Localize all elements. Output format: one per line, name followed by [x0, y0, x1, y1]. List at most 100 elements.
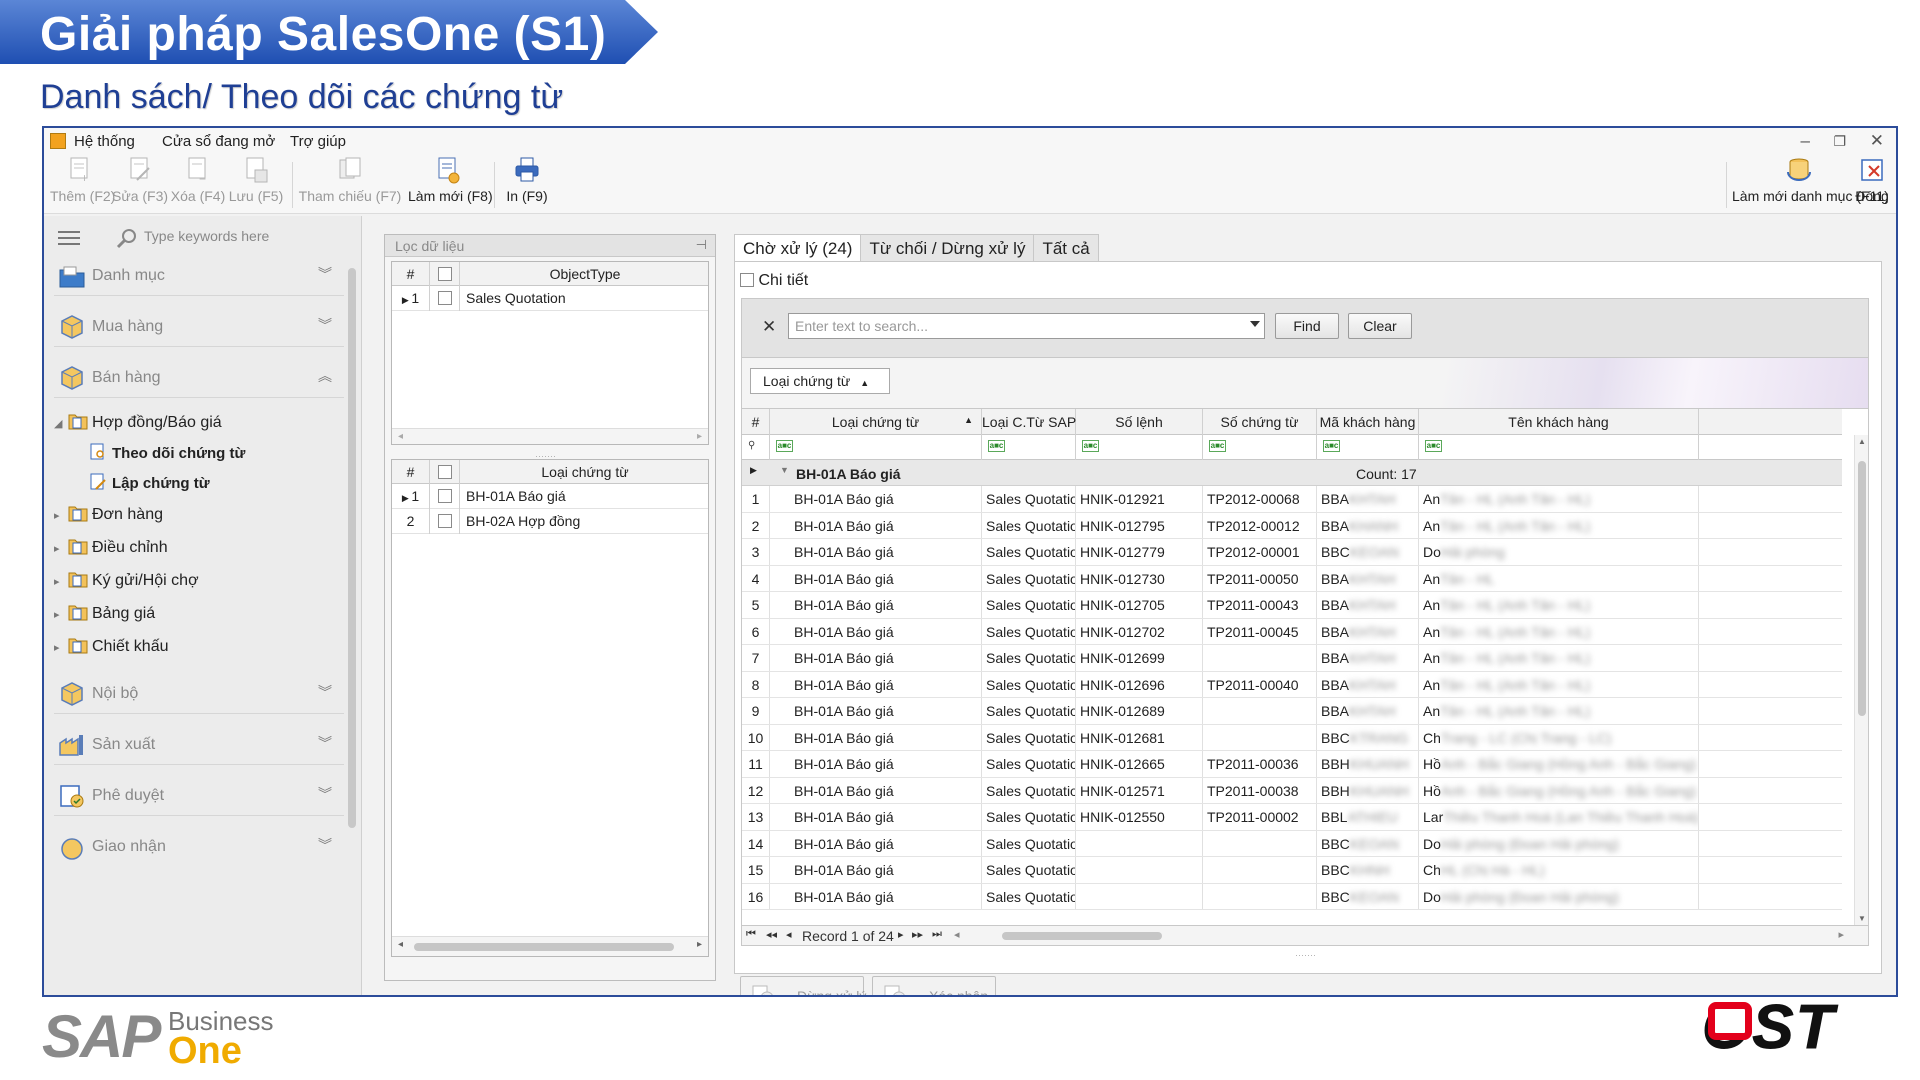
delete-button[interactable]: − Xóa (F4) [170, 156, 226, 204]
grid-vscrollbar[interactable]: ▲ ▼ [1854, 435, 1868, 925]
chevron-down-icon[interactable]: ︾ [318, 784, 332, 804]
tree-item-discount[interactable]: ▸ Chiết khấu [54, 636, 169, 656]
filter-cell[interactable]: a■c [1317, 435, 1419, 460]
nav-group-purchase[interactable]: Mua hàng ︾ [54, 307, 344, 347]
search-input[interactable] [788, 313, 1265, 339]
tab-all[interactable]: Tất cả [1033, 234, 1099, 262]
refresh-button[interactable]: Làm mới (F8) [408, 156, 493, 204]
table-row[interactable]: 4 BH-01A Báo giá Sales Quotation HNIK-01273… [742, 565, 1842, 592]
sidebar-search-input[interactable] [144, 224, 334, 248]
print-button[interactable]: In (F9) [500, 156, 554, 204]
row-checkbox[interactable] [437, 489, 452, 503]
table-row[interactable]: 2 BH-02A Hợp đồng [392, 509, 708, 534]
table-row[interactable]: 9 BH-01A Báo giá Sales Quotation HNIK-01268… [742, 698, 1842, 725]
col-header-cust-name[interactable]: Tên khách hàng [1419, 409, 1699, 435]
filter-cell[interactable]: a■c [1419, 435, 1699, 460]
col-header-check[interactable] [430, 460, 460, 484]
sidebar-scrollbar[interactable] [347, 246, 357, 985]
chevron-down-icon[interactable]: ︾ [318, 733, 332, 753]
tree-item-create-docs[interactable]: Lập chứng từ [88, 473, 210, 492]
col-header-cust-code[interactable]: Mã khách hàng [1317, 409, 1419, 435]
chevron-down-icon[interactable]: ︾ [318, 315, 332, 335]
detail-checkbox[interactable] [740, 273, 754, 287]
expand-arrow-icon[interactable]: ▸ [54, 575, 68, 588]
close-button[interactable]: Đóng [1852, 156, 1892, 204]
splitter-grip[interactable]: ······· [1295, 950, 1316, 960]
prev-record-icon[interactable]: ◂ [786, 928, 792, 941]
chevron-down-icon[interactable]: ︾ [318, 682, 332, 702]
col-header-objecttype[interactable]: ObjectType [460, 262, 710, 286]
grid-hscrollbar[interactable]: ◂ ▸ [392, 428, 708, 444]
grid-hscrollbar[interactable]: ◂ ▸ [392, 936, 708, 956]
stop-processing-button[interactable]: Dừng xử lý [740, 976, 866, 995]
chevron-down-icon[interactable]: ︾ [318, 264, 332, 284]
next-record-icon[interactable]: ▸ [898, 928, 904, 941]
detail-toggle[interactable]: Chi tiết [740, 272, 808, 290]
minimize-icon[interactable]: – [1801, 131, 1810, 151]
confirm-button[interactable]: Xác nhận [872, 976, 996, 995]
nav-group-delivery[interactable]: Giao nhận ︾ [54, 827, 344, 867]
filter-cell[interactable]: a■c [1076, 435, 1203, 460]
group-by-doctype[interactable]: Loại chứng từ ▲ [750, 368, 890, 394]
table-row[interactable]: 10 BH-01A Báo giá Sales Quotation HNIK-0126… [742, 724, 1842, 751]
scrollbar-thumb[interactable] [1858, 461, 1866, 716]
tree-item-adjust[interactable]: ▸ Điều chỉnh [54, 537, 168, 557]
select-all-checkbox[interactable] [437, 465, 452, 479]
select-all-checkbox[interactable] [437, 267, 452, 281]
row-check[interactable] [430, 286, 460, 311]
tab-rejected[interactable]: Từ chối / Dừng xử lý [860, 234, 1035, 262]
table-row[interactable]: 11 BH-01A Báo giá Sales Quotation HNIK-0126… [742, 751, 1842, 778]
refresh-catalog-button[interactable]: Làm mới danh mục (F11) [1732, 156, 1889, 204]
table-row[interactable]: 12 BH-01A Báo giá Sales Quotation HNIK-0125… [742, 777, 1842, 804]
window-close-icon[interactable]: ✕ [1870, 131, 1884, 151]
tree-item-order[interactable]: ▸ Đơn hàng [54, 504, 163, 524]
table-row[interactable]: 14 BH-01A Báo giá Sales Quotation BBCKEOAN D… [742, 830, 1842, 857]
table-row[interactable]: ▶ 1 Sales Quotation [392, 286, 708, 311]
expand-arrow-icon[interactable]: ▸ [54, 542, 68, 555]
nav-group-production[interactable]: Sản xuất ︾ [54, 725, 344, 765]
row-checkbox[interactable] [437, 291, 452, 305]
chevron-up-icon[interactable]: ︽ [318, 366, 332, 386]
find-button[interactable]: Find [1275, 313, 1339, 339]
save-button[interactable]: Lưu (F5) [228, 156, 284, 204]
nav-group-approval[interactable]: Phê duyệt ︾ [54, 776, 344, 816]
expand-arrow-icon[interactable]: ▸ [54, 608, 68, 621]
expand-arrow-icon[interactable]: ▸ [54, 641, 68, 654]
col-header-doctype[interactable]: Loại chứng từ [460, 460, 710, 484]
row-check[interactable] [430, 509, 460, 534]
table-row[interactable]: 13 BH-01A Báo giá Sales Quotation HNIK-0125… [742, 804, 1842, 831]
table-row[interactable]: 7 BH-01A Báo giá Sales Quotation HNIK-01269… [742, 645, 1842, 672]
edit-button[interactable]: Sửa (F3) [112, 156, 168, 204]
group-row[interactable]: ▶ ▼ BH-01A Báo giá Count: 17 [742, 460, 1842, 486]
reference-button[interactable]: Tham chiếu (F7) [298, 156, 402, 204]
menu-open-windows[interactable]: Cửa sổ đang mở [162, 133, 275, 150]
tab-pending[interactable]: Chờ xử lý (24) [734, 234, 862, 262]
tree-item-price-list[interactable]: ▸ Bảng giá [54, 603, 155, 623]
filter-cell[interactable]: a■c [982, 435, 1076, 460]
table-row[interactable]: 5 BH-01A Báo giá Sales Quotation HNIK-01270… [742, 592, 1842, 619]
table-row[interactable]: 3 BH-01A Báo giá Sales Quotation HNIK-01277… [742, 539, 1842, 566]
nav-group-internal[interactable]: Nội bộ ︾ [54, 674, 344, 714]
tree-item-consign[interactable]: ▸ Ký gửi/Hội chợ [54, 570, 199, 590]
menu-help[interactable]: Trợ giúp [290, 133, 346, 150]
next-page-icon[interactable]: ▸▸ [912, 928, 923, 941]
chevron-down-icon[interactable]: ︾ [318, 835, 332, 855]
collapse-icon[interactable]: ▼ [780, 465, 789, 475]
table-row[interactable]: 1 BH-01A Báo giá Sales Quotation HNIK-01292… [742, 486, 1842, 513]
row-check[interactable] [430, 484, 460, 509]
table-row[interactable]: 15 BH-01A Báo giá Sales Quotation BBCKHNH Ch… [742, 857, 1842, 884]
first-record-icon[interactable]: ⏮ [746, 928, 756, 941]
nav-group-sales[interactable]: Bán hàng ︽ [54, 358, 344, 398]
filter-cell[interactable]: a■c [770, 435, 982, 460]
tree-item-contract-quote[interactable]: ◢ Hợp đồng/Báo giá [54, 412, 222, 432]
restore-icon[interactable]: ❐ [1833, 133, 1846, 150]
close-search-icon[interactable]: ✕ [762, 317, 776, 337]
col-header-doctype[interactable]: Loại chứng từ ▲ [770, 409, 982, 435]
menu-system[interactable]: Hệ thống [74, 133, 135, 150]
table-row[interactable]: 8 BH-01A Báo giá Sales Quotation HNIK-01269… [742, 671, 1842, 698]
tree-item-track-docs[interactable]: Theo dõi chứng từ [88, 443, 245, 462]
nav-group-catalog[interactable]: Danh mục ︾ [54, 256, 344, 296]
pin-icon[interactable]: ⊣ [696, 237, 707, 253]
col-header-order-no[interactable]: Số lệnh [1076, 409, 1203, 435]
filter-cell[interactable]: a■c [1203, 435, 1317, 460]
